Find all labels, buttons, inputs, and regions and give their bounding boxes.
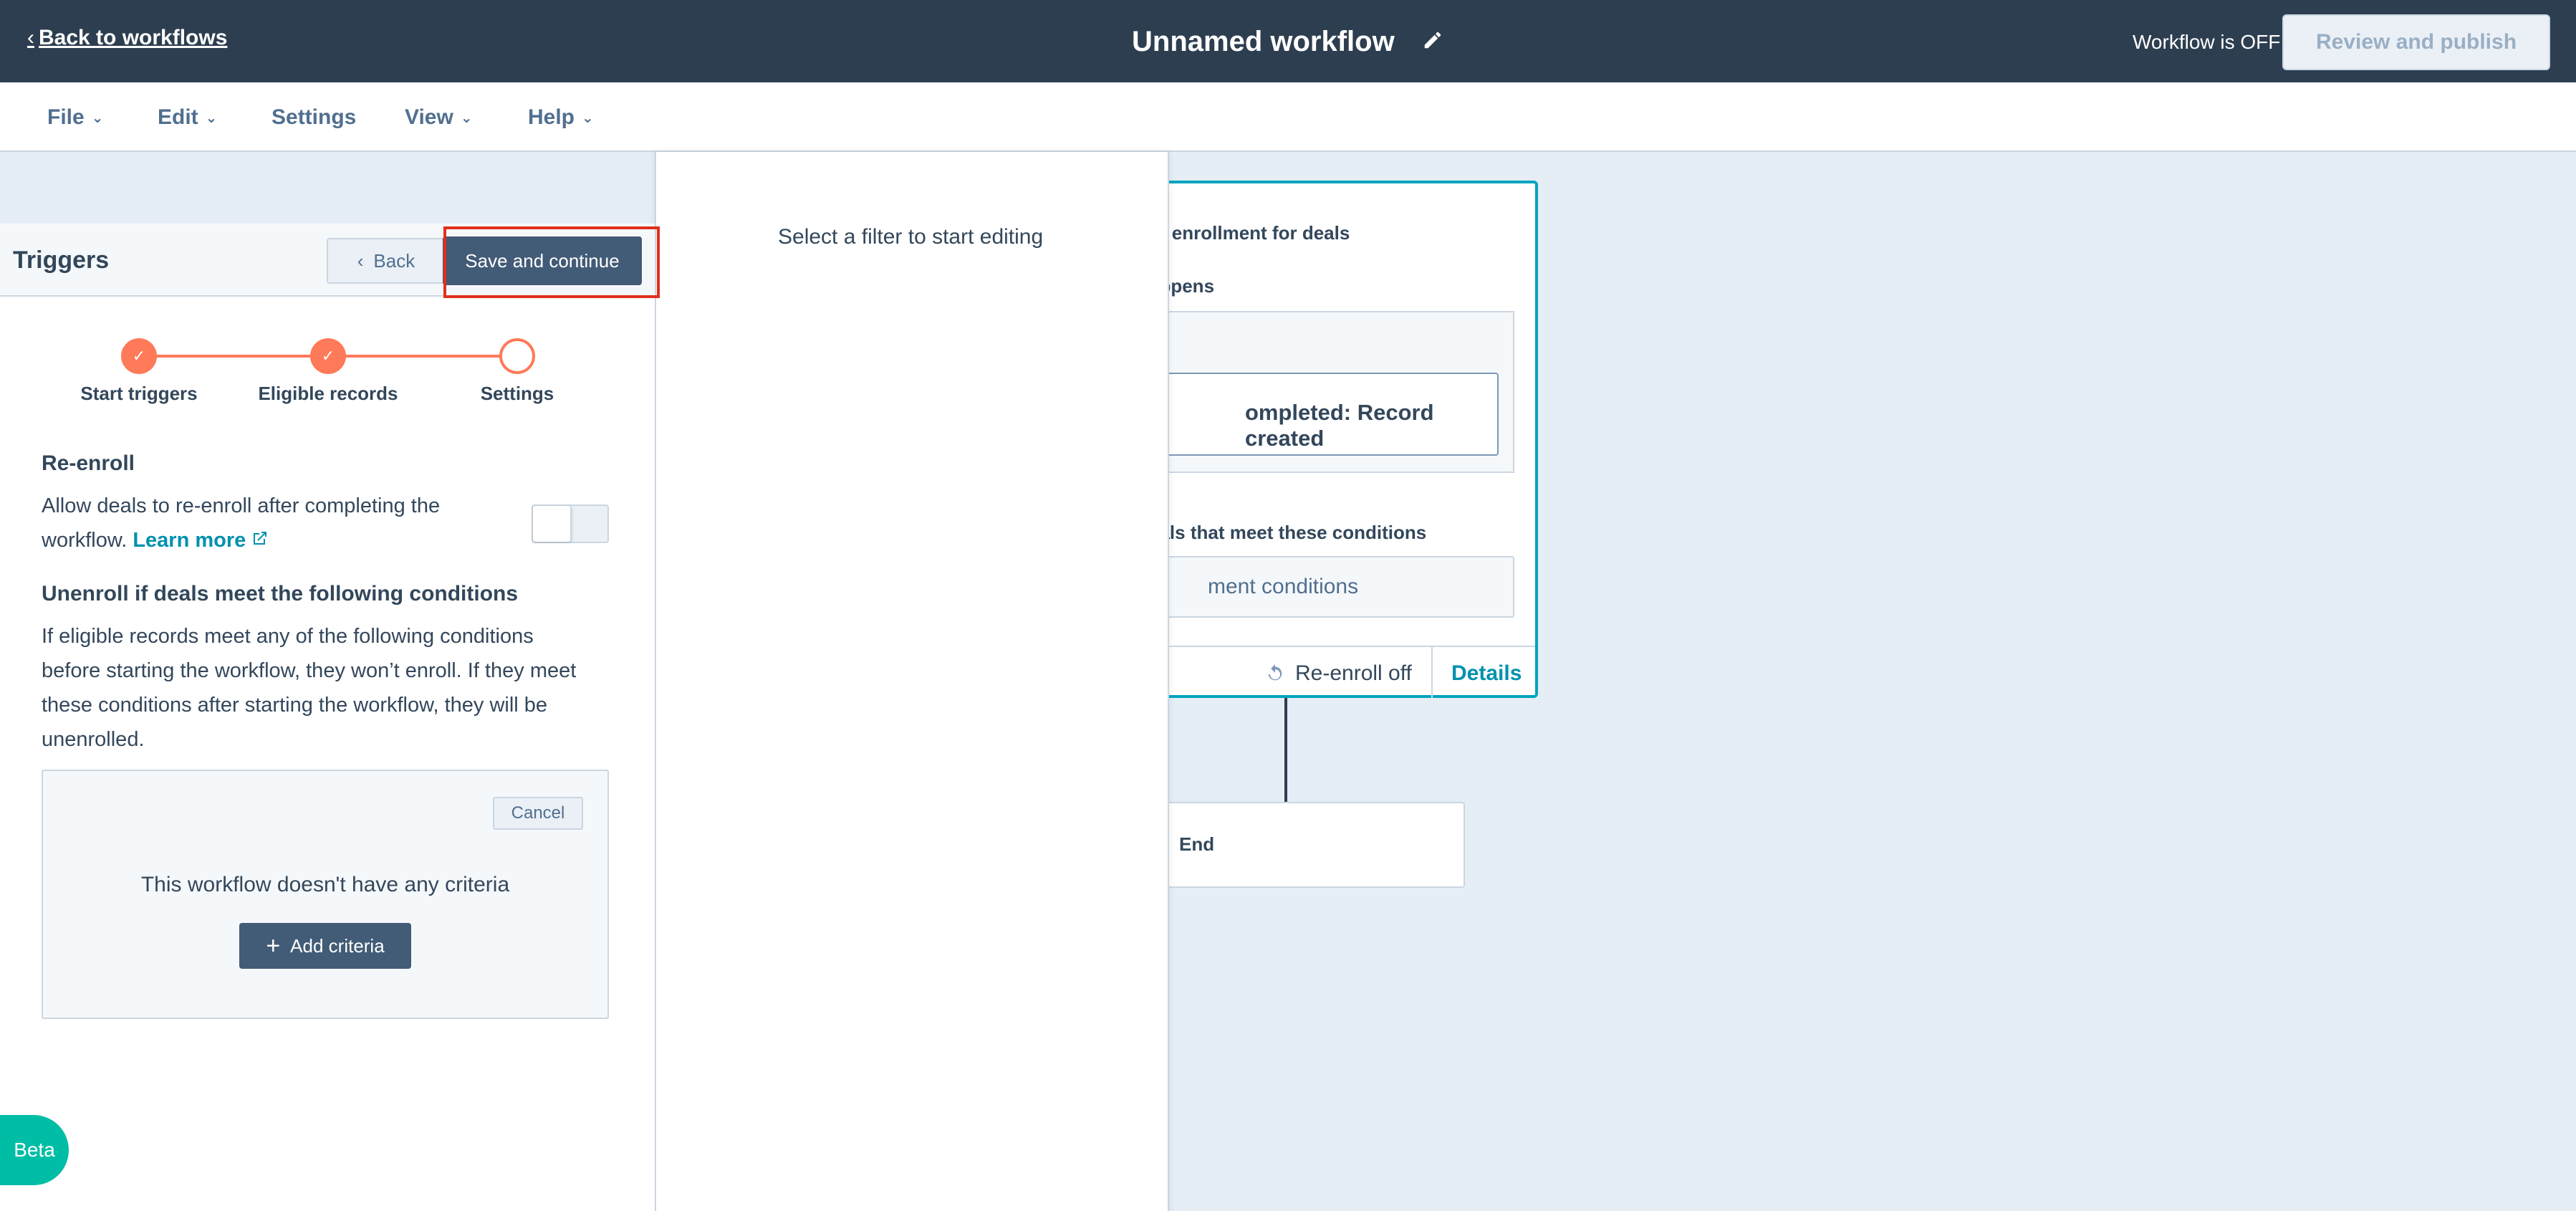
chevron-down-icon: ⌄ — [91, 110, 104, 126]
workflow-title: Unnamed workflow — [1132, 26, 1443, 58]
workflow-status: Workflow is OFF — [2133, 31, 2281, 53]
learn-more-label: Learn more — [133, 529, 246, 552]
unenroll-line: If eligible records meet any of the foll… — [42, 625, 534, 648]
back-to-workflows-link[interactable]: ‹ Back to workflows — [27, 26, 227, 50]
refresh-icon — [1268, 664, 1282, 681]
menu-edit[interactable]: Edit ⌄ — [158, 105, 217, 130]
chevron-left-icon: ‹ — [357, 249, 364, 272]
menu-help-label: Help — [528, 105, 575, 129]
unenroll-line: these conditions after starting the work… — [42, 694, 548, 717]
step-settings-circle[interactable] — [499, 338, 535, 374]
workflow-connector — [1284, 698, 1287, 802]
menu-settings-label: Settings — [271, 105, 357, 129]
trigger-card-title: er enrollment for deals — [1149, 222, 1350, 244]
filter-editor-panel: Select a filter to start editing — [655, 152, 1169, 1211]
menu-file-label: File — [47, 105, 85, 129]
save-and-continue-button[interactable]: Save and continue — [443, 236, 642, 285]
triggers-panel-header: Triggers ‹ Back Save and continue — [0, 224, 655, 297]
menu-settings[interactable]: Settings — [271, 105, 356, 130]
reenroll-text-line1: Allow deals to re-enroll after completin… — [42, 494, 441, 517]
enrollment-conditions-box[interactable]: ment conditions — [1120, 556, 1514, 618]
step-settings-label[interactable]: Settings — [431, 383, 603, 405]
end-node: End — [1118, 802, 1465, 888]
plus-icon: + — [266, 932, 281, 959]
unenroll-line: unenrolled. — [42, 728, 145, 751]
chevron-down-icon: ⌄ — [205, 110, 218, 126]
reenroll-heading: Re-enroll — [42, 451, 135, 475]
step-connector — [139, 355, 328, 358]
details-link[interactable]: Details — [1451, 661, 1522, 686]
footer-divider — [1431, 647, 1433, 698]
top-bar: ‹ Back to workflows Unnamed workflow Wor… — [0, 0, 2576, 82]
back-button-label: Back — [373, 249, 415, 272]
chevron-down-icon: ⌄ — [582, 110, 594, 126]
reenroll-text-line2: workflow. Learn more — [42, 523, 500, 557]
cancel-button[interactable]: Cancel — [493, 797, 583, 830]
triggers-panel: Triggers ‹ Back Save and continue ✓ ✓ St… — [0, 224, 655, 1211]
unenroll-line: before starting the workflow, they won’t… — [42, 659, 577, 682]
reenroll-toggle[interactable] — [532, 504, 609, 543]
edit-title-icon[interactable] — [1422, 26, 1443, 58]
step-eligible-records-label[interactable]: Eligible records — [242, 383, 414, 405]
filter-empty-message: Select a filter to start editing — [778, 225, 1044, 249]
chevron-left-icon: ‹ — [27, 26, 34, 49]
reenroll-text-line2-label: workflow. — [42, 529, 128, 552]
step-start-triggers-label[interactable]: Start triggers — [53, 383, 225, 405]
unenroll-heading: Unenroll if deals meet the following con… — [42, 582, 519, 606]
add-criteria-button[interactable]: + Add criteria — [239, 923, 411, 969]
end-label: End — [1179, 833, 1215, 855]
conditions-label: eals that meet these conditions — [1149, 522, 1427, 543]
reenroll-status-label: Re-enroll off — [1295, 661, 1412, 685]
menu-view-label: View — [405, 105, 453, 129]
no-criteria-message: This workflow doesn't have any criteria — [140, 873, 510, 896]
menu-file[interactable]: File ⌄ — [47, 105, 103, 130]
reenroll-description: Allow deals to re-enroll after completin… — [42, 489, 500, 557]
back-to-workflows-label: Back to workflows — [39, 26, 228, 49]
menu-bar: File ⌄ Edit ⌄ Settings View ⌄ Help ⌄ — [0, 82, 2576, 152]
step-start-triggers-check-icon[interactable]: ✓ — [121, 338, 157, 374]
learn-more-link[interactable]: Learn more — [133, 529, 269, 552]
trigger-event-item[interactable]: ompleted: Record created — [1165, 373, 1499, 456]
beta-badge[interactable]: Beta — [0, 1115, 69, 1185]
step-connector — [328, 355, 517, 358]
workflow-title-text: Unnamed workflow — [1132, 26, 1395, 57]
step-eligible-records-check-icon[interactable]: ✓ — [310, 338, 346, 374]
reenroll-status: Re-enroll off — [1265, 661, 1412, 686]
unenroll-criteria-box: Cancel This workflow doesn't have any cr… — [42, 770, 609, 1019]
menu-edit-label: Edit — [158, 105, 198, 129]
unenroll-description: If eligible records meet any of the foll… — [42, 619, 629, 757]
add-criteria-label: Add criteria — [290, 934, 385, 957]
menu-view[interactable]: View ⌄ — [405, 105, 473, 130]
trigger-event-group: ompleted: Record created — [1120, 311, 1514, 473]
external-link-icon — [254, 532, 267, 545]
panel-title: Triggers — [13, 246, 110, 274]
review-and-publish-button[interactable]: Review and publish — [2282, 14, 2550, 70]
toggle-knob — [533, 506, 572, 542]
chevron-down-icon: ⌄ — [460, 110, 473, 126]
menu-help[interactable]: Help ⌄ — [528, 105, 594, 130]
back-button[interactable]: ‹ Back — [327, 238, 446, 284]
